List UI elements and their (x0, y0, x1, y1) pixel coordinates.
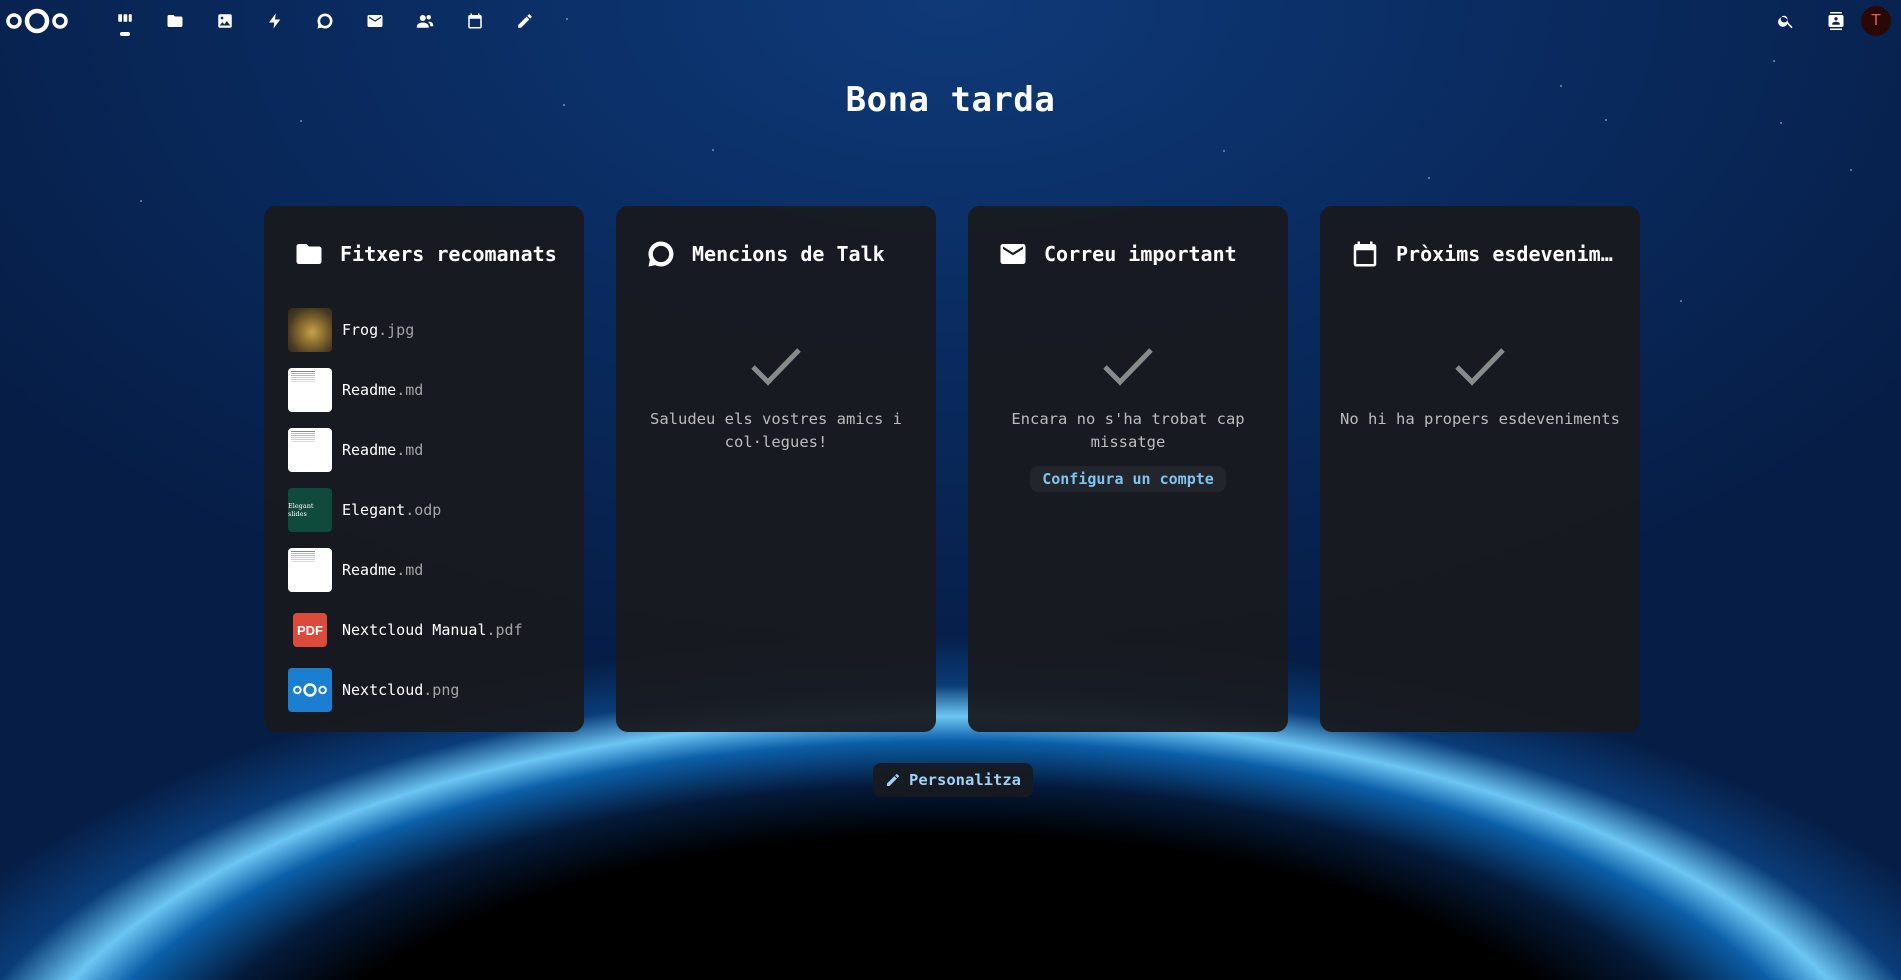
nav-calendar[interactable] (450, 0, 500, 42)
folder-icon (167, 15, 183, 27)
file-item[interactable]: Frog.jpg (288, 300, 574, 360)
contacts-menu-button[interactable] (1811, 0, 1861, 42)
search-button[interactable] (1761, 0, 1811, 42)
header-right: T (1761, 0, 1901, 42)
panel-title: Pròxims esdeveniments (1396, 242, 1620, 266)
file-name: Readme.md (342, 441, 424, 459)
panel-header[interactable]: Fitxers recomanats (294, 232, 564, 276)
file-name: Readme.md (342, 381, 424, 399)
file-thumbnail (288, 428, 332, 472)
nextcloud-logo-icon (293, 683, 327, 697)
nextcloud-logo[interactable] (6, 8, 68, 34)
empty-state: Saludeu els vostres amics i col·legues! (636, 346, 916, 454)
file-item[interactable]: Readme.md (288, 420, 574, 480)
panel-title: Mencions de Talk (692, 242, 885, 266)
contacts-book-icon (1828, 12, 1844, 30)
check-icon (1455, 348, 1505, 386)
folder-icon (296, 244, 322, 264)
panel-header[interactable]: Mencions de Talk (646, 232, 916, 276)
image-icon (218, 14, 232, 28)
nav-files[interactable] (150, 0, 200, 42)
file-name: Readme.md (342, 561, 424, 579)
recommended-files-panel: Fitxers recomanats Frog.jpg Readme.md Re… (264, 206, 584, 732)
panel-header[interactable]: Pròxims esdeveniments (1350, 232, 1620, 276)
file-item[interactable]: Nextcloud.png (288, 660, 574, 720)
search-icon (1778, 15, 1793, 29)
file-list: Frog.jpg Readme.md Readme.md Elegant sli… (288, 300, 574, 720)
file-item[interactable]: Readme.md (288, 360, 574, 420)
empty-message: No hi ha propers esdeveniments (1340, 410, 1620, 428)
nav-notes[interactable] (500, 0, 550, 42)
file-item[interactable]: PDF Nextcloud Manual.pdf (288, 600, 574, 660)
upcoming-events-panel: Pròxims esdeveniments No hi ha propers e… (1320, 206, 1640, 732)
nav-mail[interactable] (350, 0, 400, 42)
contacts-icon (416, 15, 434, 28)
important-mail-panel: Correu important Encara no s'ha trobat c… (968, 206, 1288, 732)
file-thumbnail: PDF (288, 608, 332, 652)
nav-talk[interactable] (300, 0, 350, 42)
empty-message: Encara no s'ha trobat cap missatge (1011, 410, 1245, 451)
customize-button[interactable]: Personalitza (873, 763, 1033, 797)
file-thumbnail (288, 668, 332, 712)
user-avatar[interactable]: T (1861, 6, 1891, 36)
dashboard-icon (118, 14, 132, 22)
file-item[interactable]: Elegant slides Elegant.odp (288, 480, 574, 540)
talk-icon (648, 241, 674, 267)
mail-icon (367, 15, 383, 27)
customize-label: Personalitza (909, 771, 1021, 789)
configure-account-button[interactable]: Configura un compte (1030, 466, 1226, 492)
panel-title: Fitxers recomanats (340, 242, 557, 266)
app-navigation (100, 0, 550, 42)
nav-activity[interactable] (250, 0, 300, 42)
nav-contacts[interactable] (400, 0, 450, 42)
file-thumbnail (288, 308, 332, 352)
file-thumbnail: Elegant slides (288, 488, 332, 532)
pdf-icon: PDF (293, 613, 327, 647)
nav-dashboard[interactable] (100, 0, 150, 42)
empty-message: Saludeu els vostres amics i col·legues! (650, 410, 902, 451)
file-thumbnail (288, 548, 332, 592)
file-name: Frog.jpg (342, 321, 415, 339)
file-thumbnail (288, 368, 332, 412)
file-name: Nextcloud.png (342, 681, 460, 699)
page-title: Bona tarda (845, 80, 1056, 120)
pencil-icon (887, 773, 899, 786)
pencil-icon (518, 14, 532, 28)
file-name: Elegant.odp (342, 501, 442, 519)
file-item[interactable]: Readme.md (288, 540, 574, 600)
check-icon (1103, 348, 1153, 386)
empty-state: No hi ha propers esdeveniments (1340, 346, 1620, 431)
file-name: Nextcloud Manual.pdf (342, 621, 523, 639)
panel-title: Correu important (1044, 242, 1237, 266)
calendar-icon (468, 13, 482, 29)
lightning-icon (269, 13, 281, 29)
top-header: T (0, 0, 1901, 42)
check-icon (751, 348, 801, 386)
panel-header[interactable]: Correu important (998, 232, 1268, 276)
nav-photos[interactable] (200, 0, 250, 42)
empty-state: Encara no s'ha trobat cap missatge Confi… (988, 346, 1268, 492)
talk-icon (317, 13, 333, 29)
talk-mentions-panel: Mencions de Talk Saludeu els vostres ami… (616, 206, 936, 732)
calendar-icon (1353, 241, 1377, 267)
mail-icon (1000, 244, 1026, 264)
